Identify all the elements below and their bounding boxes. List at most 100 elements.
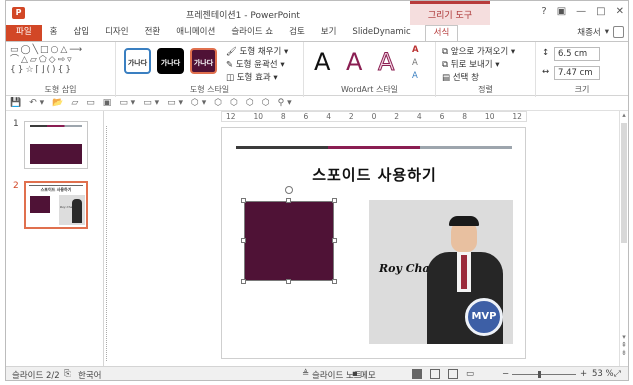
wordart-style-3[interactable]: A xyxy=(377,48,394,77)
tab-animations[interactable]: 애니메이션 xyxy=(168,25,223,41)
tab-file[interactable]: 파일 xyxy=(6,25,42,41)
selected-rectangle-shape[interactable] xyxy=(244,201,334,281)
tab-format[interactable]: 서식 xyxy=(424,25,459,41)
resize-handle-bl[interactable] xyxy=(241,279,246,284)
slide-thumbnail-1[interactable] xyxy=(24,121,88,169)
shape-icon[interactable]: ▱ xyxy=(71,98,78,108)
combine-icon[interactable]: ⬡ xyxy=(230,98,238,108)
tab-slidedynamic[interactable]: SlideDynamic xyxy=(344,25,418,41)
help-button[interactable]: ? xyxy=(541,6,546,17)
resize-handle-b[interactable] xyxy=(286,279,291,284)
fit-slide-icon[interactable]: ⤢ xyxy=(614,369,621,379)
undo-icon[interactable]: ↶ ▾ xyxy=(29,98,44,108)
eyedropper-icon[interactable]: ⚲ ▾ xyxy=(278,98,292,108)
thumbnail-rect xyxy=(30,196,50,213)
group-wordart-styles: A A A A A A WordArt 스타일 xyxy=(304,42,436,97)
zoom-out-icon[interactable]: − xyxy=(502,369,509,379)
tab-view[interactable]: 보기 xyxy=(313,25,345,41)
slide-canvas[interactable]: 스포이드 사용하기 Roy Chae MVP xyxy=(221,127,526,359)
resize-handle-t[interactable] xyxy=(286,198,291,203)
language-indicator[interactable]: 한국어 xyxy=(78,369,101,380)
resize-handle-l[interactable] xyxy=(241,238,246,243)
new-slide-icon[interactable]: ▭ xyxy=(86,98,95,108)
group-label-size: 크기 xyxy=(574,85,590,94)
restore-button[interactable]: □ xyxy=(596,6,605,17)
user-account[interactable]: 채종서 ▾ xyxy=(577,26,624,38)
union-icon[interactable]: ⬡ xyxy=(214,98,222,108)
shape-style-preset-2[interactable]: 가나다 xyxy=(157,48,184,74)
reading-view-icon[interactable] xyxy=(448,369,458,379)
shape-outline-button[interactable]: ✎ 도형 윤곽선 ▾ xyxy=(226,58,285,70)
merge-shapes-icon[interactable]: ⬡ ▾ xyxy=(191,98,206,108)
intersect-icon[interactable]: ⬡ xyxy=(262,98,270,108)
tab-design[interactable]: 디자인 xyxy=(97,25,136,41)
shape-style-preset-3[interactable]: 가나다 xyxy=(190,48,217,74)
group-label-shape-styles: 도형 스타일 xyxy=(189,85,230,94)
resize-handle-tr[interactable] xyxy=(332,198,337,203)
text-effects-icon[interactable]: A xyxy=(412,71,418,81)
shape-effects-button[interactable]: ◫ 도형 효과 ▾ xyxy=(226,71,278,83)
tab-home[interactable]: 홈 xyxy=(42,25,66,41)
user-name: 채종서 xyxy=(577,28,601,38)
scroll-down-icon[interactable]: ▾ xyxy=(620,333,628,341)
zoom-in-icon[interactable]: + xyxy=(580,369,587,379)
resize-handle-r[interactable] xyxy=(332,238,337,243)
bring-forward-button[interactable]: ⧉ 앞으로 가져오기 ▾ xyxy=(442,45,515,57)
send-backward-button[interactable]: ⧉ 뒤로 보내기 ▾ xyxy=(442,58,500,70)
layout-icon[interactable]: ▣ xyxy=(103,98,112,108)
shape-style-preset-1[interactable]: 가나다 xyxy=(124,48,151,74)
person-hair xyxy=(449,216,479,226)
zoom-level[interactable]: 53 % xyxy=(592,369,614,379)
slide-title[interactable]: 스포이드 사용하기 xyxy=(222,164,527,185)
shape-height-field[interactable]: 6.5 cm xyxy=(554,47,600,61)
align-icon[interactable]: ▭ ▾ xyxy=(119,98,135,108)
tab-slideshow[interactable]: 슬라이드 쇼 xyxy=(223,25,281,41)
tab-transitions[interactable]: 전환 xyxy=(137,25,169,41)
notes-icon[interactable]: ≜ xyxy=(302,369,309,379)
group-label-arrange: 정렬 xyxy=(478,85,493,94)
zoom-slider[interactable] xyxy=(512,371,576,378)
text-fill-icon[interactable]: A xyxy=(412,45,419,55)
previous-slide-icon[interactable]: ⇞ xyxy=(620,341,628,349)
comments-icon[interactable]: ▪ xyxy=(352,369,358,379)
wordart-style-1[interactable]: A xyxy=(314,48,330,76)
next-slide-icon[interactable]: ⇟ xyxy=(620,349,628,357)
minimize-button[interactable]: — xyxy=(576,6,586,17)
wordart-style-2[interactable]: A xyxy=(346,48,362,76)
save-icon[interactable]: 💾 xyxy=(10,98,21,108)
open-icon[interactable]: 📂 xyxy=(52,98,63,108)
resize-handle-br[interactable] xyxy=(332,279,337,284)
powerpoint-app-icon[interactable]: P xyxy=(12,7,25,19)
shapes-gallery[interactable]: ▭◯╲□○△⟶ ⌒△▱⬠◇⇨▿ {}☆⌈⌋(){} xyxy=(10,45,94,75)
title-bar-segment-2 xyxy=(328,146,420,149)
normal-view-icon[interactable] xyxy=(412,369,422,379)
slide-sorter-icon[interactable] xyxy=(430,369,440,379)
drawing-tools-label: 그리기 도구 xyxy=(427,11,473,21)
spellcheck-icon[interactable]: ⎘ xyxy=(64,369,71,379)
scroll-up-icon[interactable]: ▴ xyxy=(620,111,628,119)
shape-width-field[interactable]: 7.47 cm xyxy=(554,66,600,80)
close-button[interactable]: ✕ xyxy=(616,6,624,17)
scroll-thumb[interactable] xyxy=(621,123,627,243)
person-tie xyxy=(461,255,467,289)
tab-insert[interactable]: 삽입 xyxy=(65,25,97,41)
selection-pane-button[interactable]: ▤ 선택 창 xyxy=(442,71,479,83)
shape-fill-button[interactable]: 🖌 도형 채우기 ▾ xyxy=(226,45,288,57)
fragment-icon[interactable]: ⬡ xyxy=(246,98,254,108)
chevron-down-icon: ▾ xyxy=(604,27,609,37)
ribbon-display-button[interactable]: ▣ xyxy=(557,6,566,17)
slide-thumbnail-2[interactable]: 스포이드 사용하기 Roy Chae xyxy=(24,181,88,229)
slideshow-icon[interactable]: ▭ xyxy=(466,369,474,379)
distribute-icon[interactable]: ▭ ▾ xyxy=(143,98,159,108)
tab-review[interactable]: 검토 xyxy=(281,25,313,41)
thumbnail-bars xyxy=(29,185,83,186)
resize-handle-tl[interactable] xyxy=(241,198,246,203)
vertical-scrollbar[interactable]: ▴ ▾ ⇞ ⇟ xyxy=(619,111,628,366)
zoom-slider-thumb[interactable] xyxy=(538,371,541,378)
comments-button[interactable]: 메모 xyxy=(360,369,376,380)
rotate-handle-icon[interactable] xyxy=(285,186,293,194)
text-outline-icon[interactable]: A xyxy=(412,58,418,68)
effects-icon: ◫ xyxy=(226,73,237,83)
group-icon[interactable]: ▭ ▾ xyxy=(167,98,183,108)
profile-photo[interactable]: Roy Chae MVP xyxy=(369,200,513,344)
